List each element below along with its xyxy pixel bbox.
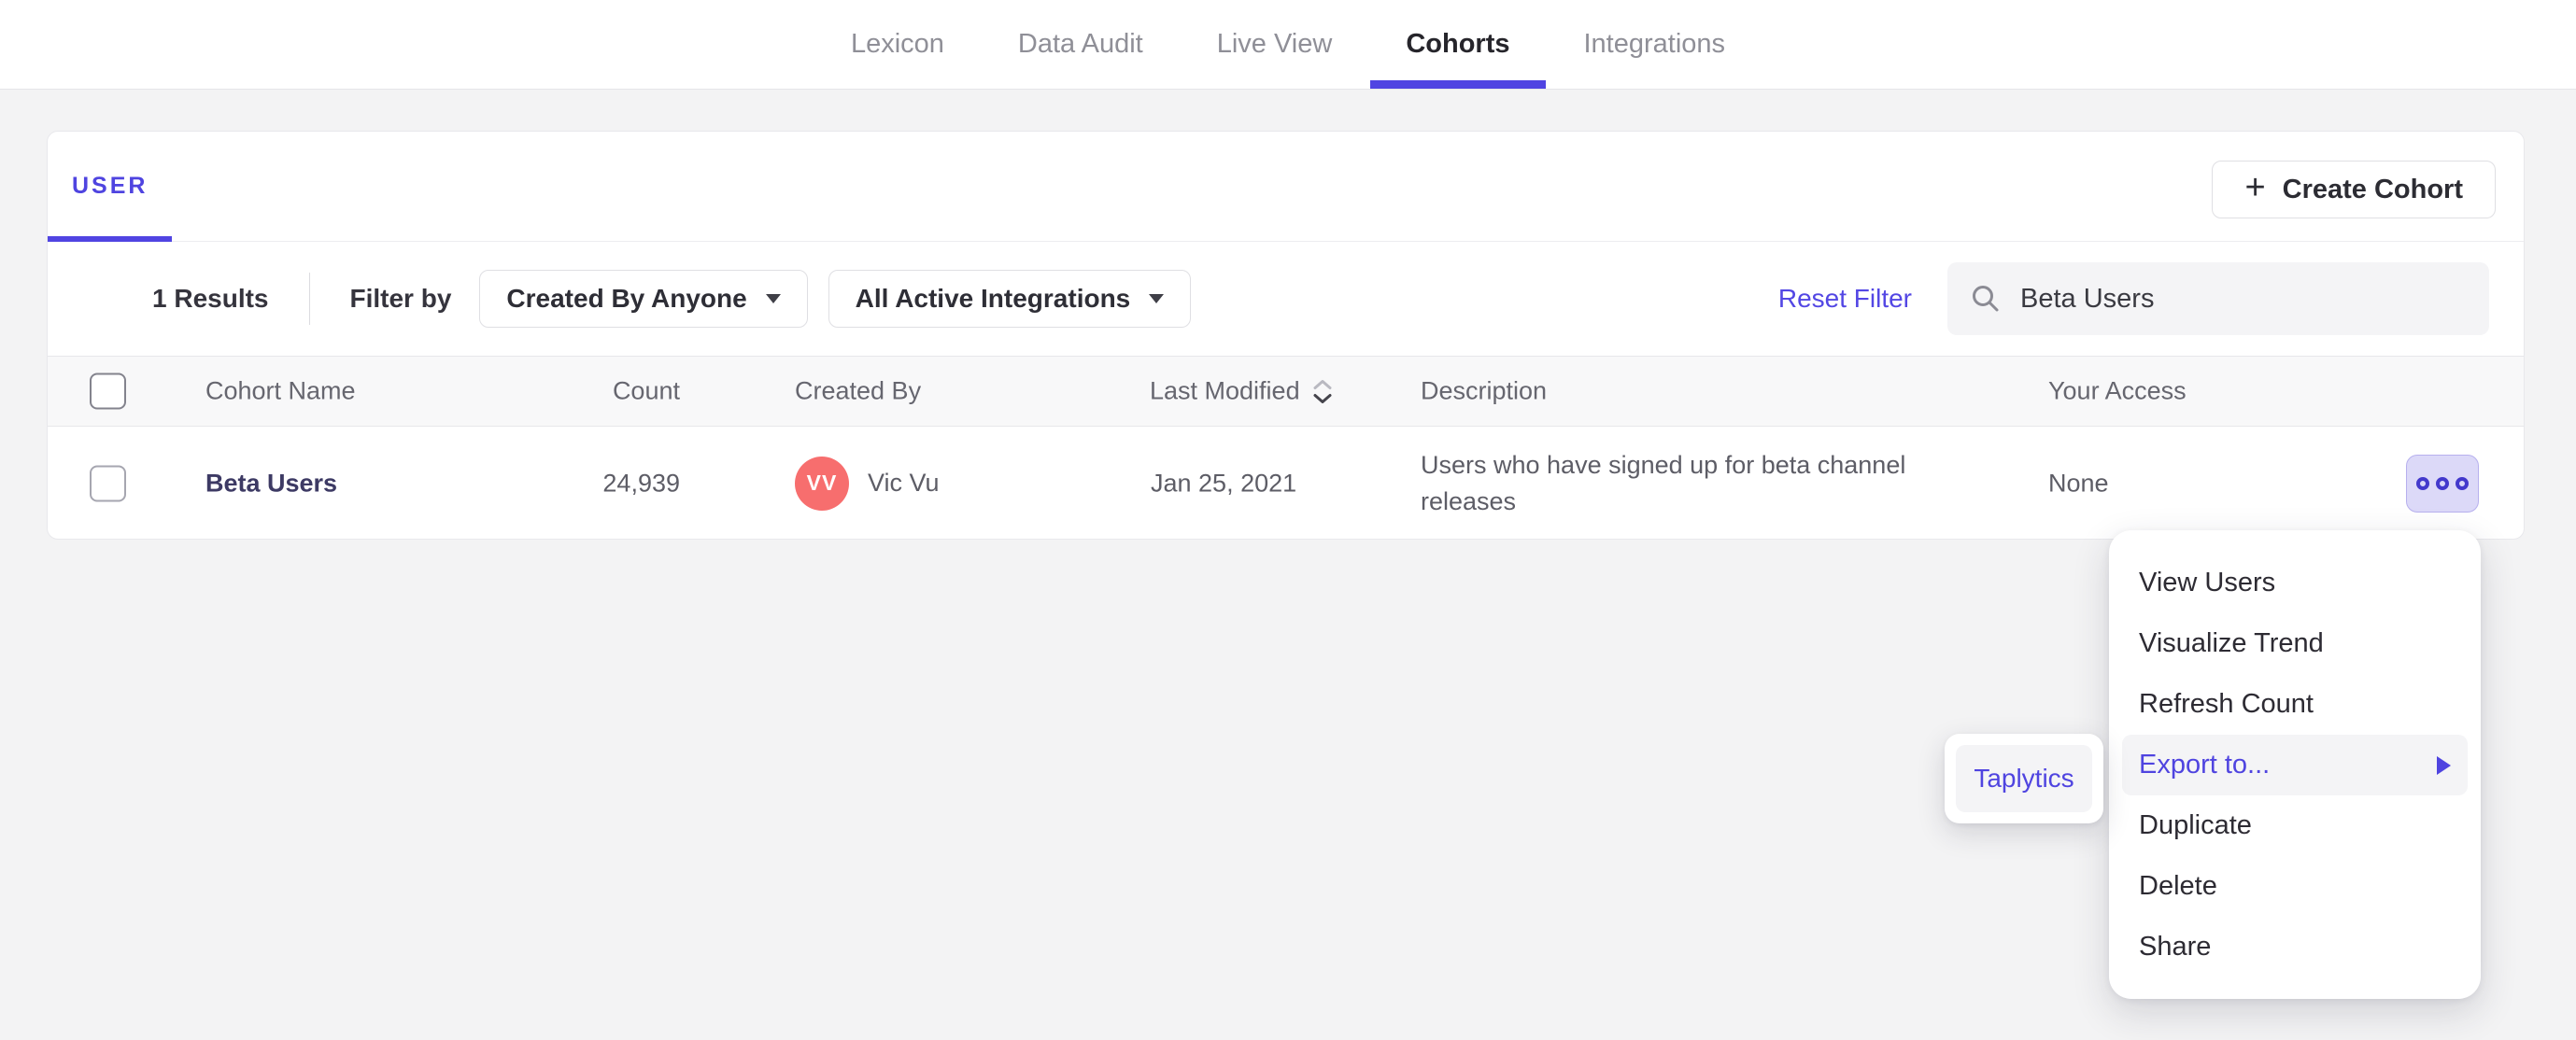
menu-item-delete[interactable]: Delete xyxy=(2109,856,2481,917)
menu-item-duplicate[interactable]: Duplicate xyxy=(2109,795,2481,856)
header-your-access: Your Access xyxy=(2048,376,2187,405)
tab-cohorts[interactable]: Cohorts xyxy=(1370,0,1546,89)
filter-by-label: Filter by xyxy=(349,284,452,313)
chevron-down-icon xyxy=(765,294,781,303)
header-created-by[interactable]: Created By xyxy=(795,377,921,406)
ellipsis-icon xyxy=(2436,476,2449,490)
row-actions-menu: View Users Visualize Trend Refresh Count… xyxy=(2109,530,2481,999)
chevron-down-icon xyxy=(1149,294,1165,303)
export-submenu: Taplytics xyxy=(1945,734,2103,823)
header-description: Description xyxy=(1421,376,1548,405)
menu-item-share[interactable]: Share xyxy=(2109,917,2481,977)
created-by-cell: VV Vic Vu xyxy=(795,456,940,511)
description-cell: Users who have signed up for beta channe… xyxy=(1421,450,1906,515)
tab-lexicon[interactable]: Lexicon xyxy=(815,0,980,89)
ellipsis-icon xyxy=(2416,476,2429,490)
create-cohort-label: Create Cohort xyxy=(2282,174,2463,204)
submenu-item-taplytics[interactable]: Taplytics xyxy=(1956,745,2092,812)
header-last-modified[interactable]: Last Modified xyxy=(1150,377,1334,406)
table-row: Beta Users 24,939 VV Vic Vu Jan 25, 2021… xyxy=(48,427,2524,540)
sort-icon[interactable] xyxy=(1311,377,1334,405)
search-icon xyxy=(1973,286,1999,312)
vertical-divider xyxy=(308,273,310,325)
search-box[interactable] xyxy=(1947,262,2489,335)
tab-data-audit[interactable]: Data Audit xyxy=(983,0,1179,89)
create-cohort-button[interactable]: + Create Cohort xyxy=(2212,161,2496,218)
menu-item-export-to-label: Export to... xyxy=(2139,750,2271,780)
cohort-name-link[interactable]: Beta Users xyxy=(205,469,337,498)
header-count[interactable]: Count xyxy=(493,377,680,406)
menu-item-visualize-trend[interactable]: Visualize Trend xyxy=(2109,613,2481,674)
cohort-count: 24,939 xyxy=(602,469,680,497)
table-header: Cohort Name Count Created By Last Modifi… xyxy=(48,356,2524,427)
header-cohort-name[interactable]: Cohort Name xyxy=(205,377,356,406)
menu-item-export-to[interactable]: Export to... xyxy=(2122,735,2468,795)
tab-live-view[interactable]: Live View xyxy=(1182,0,1368,89)
select-all-checkbox[interactable] xyxy=(90,372,126,410)
your-access-cell: None xyxy=(2048,469,2109,497)
search-input[interactable] xyxy=(2020,283,2467,315)
integrations-dropdown-value: All Active Integrations xyxy=(855,284,1131,313)
results-count: 1 Results xyxy=(152,284,269,313)
created-by-dropdown[interactable]: Created By Anyone xyxy=(479,270,808,328)
reset-filter-link[interactable]: Reset Filter xyxy=(1778,284,1912,314)
menu-item-view-users[interactable]: View Users xyxy=(2109,553,2481,613)
integrations-dropdown[interactable]: All Active Integrations xyxy=(828,270,1192,328)
avatar: VV xyxy=(795,456,849,511)
cohort-type-tabs: USER + Create Cohort xyxy=(48,132,2524,242)
top-navigation: Lexicon Data Audit Live View Cohorts Int… xyxy=(0,0,2576,90)
row-actions-button[interactable] xyxy=(2406,454,2479,513)
tab-user[interactable]: USER xyxy=(48,132,173,242)
ellipsis-icon xyxy=(2456,476,2469,490)
header-last-modified-label: Last Modified xyxy=(1150,376,1300,405)
cohorts-panel: USER + Create Cohort 1 Results Filter by… xyxy=(47,131,2525,540)
created-by-name: Vic Vu xyxy=(868,469,940,497)
submenu-arrow-icon xyxy=(2437,755,2451,775)
menu-item-refresh-count[interactable]: Refresh Count xyxy=(2109,674,2481,735)
filter-bar: 1 Results Filter by Created By Anyone Al… xyxy=(48,242,2524,356)
last-modified-cell: Jan 25, 2021 xyxy=(1151,469,1297,497)
plus-icon: + xyxy=(2244,168,2266,207)
row-checkbox[interactable] xyxy=(90,465,126,501)
created-by-dropdown-value: Created By Anyone xyxy=(506,284,747,313)
tab-integrations[interactable]: Integrations xyxy=(1549,0,1762,89)
